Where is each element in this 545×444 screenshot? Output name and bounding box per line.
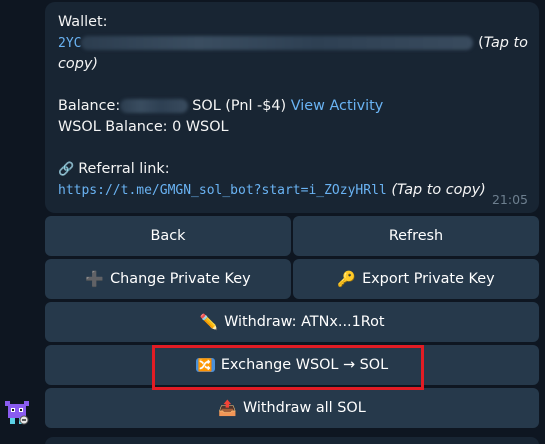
refresh-button[interactable]: Refresh xyxy=(293,216,539,256)
referral-url-line[interactable]: https://t.me/GMGN_sol_bot?start=i_ZOzyHR… xyxy=(58,180,527,201)
wsol-balance: WSOL Balance: 0 WSOL xyxy=(58,119,229,135)
wallet-tap-hint: Tap to xyxy=(483,35,528,51)
plus-icon: ➕ xyxy=(85,270,105,288)
change-private-key-label: Change Private Key xyxy=(110,271,251,287)
referral-url[interactable]: https://t.me/GMGN_sol_bot?start=i_ZOzyHR… xyxy=(58,183,387,198)
change-private-key-button[interactable]: ➕ Change Private Key xyxy=(45,259,291,299)
exchange-wsol-label: Exchange WSOL → SOL xyxy=(220,357,389,373)
back-button-label: Back xyxy=(150,228,186,244)
balance-redacted xyxy=(120,99,189,113)
chat-view: Wallet: 2YC (Tap to copy) Balance: SOL (P… xyxy=(0,0,545,444)
outbox-tray-icon: 📤 xyxy=(218,399,237,417)
export-private-key-button[interactable]: 🔑 Export Private Key xyxy=(293,259,539,299)
wallet-address-redacted xyxy=(81,36,474,50)
wallet-tap-hint-end: copy) xyxy=(58,56,98,72)
wallet-address-line[interactable]: 2YC (Tap to xyxy=(58,33,528,54)
back-button[interactable]: Back xyxy=(45,216,291,256)
link-icon: 🔗 xyxy=(58,162,75,177)
withdraw-label: Withdraw: ATNx...1Rot xyxy=(224,314,385,330)
view-activity-link[interactable]: View Activity xyxy=(291,98,384,114)
withdraw-all-button[interactable]: 📤 Withdraw all SOL xyxy=(45,388,539,428)
export-private-key-label: Export Private Key xyxy=(362,271,495,287)
balance-line: Balance: SOL (Pnl -$4) View Activity xyxy=(58,96,527,117)
bot-message-bubble: Wallet: 2YC (Tap to copy) Balance: SOL (P… xyxy=(45,2,539,213)
key-icon: 🔑 xyxy=(337,270,357,288)
shuffle-icon: 🔀 xyxy=(195,358,215,372)
withdraw-all-label: Withdraw all SOL xyxy=(242,400,366,416)
referral-line: 🔗 Referral link: xyxy=(58,159,527,180)
refresh-button-label: Refresh xyxy=(388,228,444,244)
balance-suffix: SOL (Pnl -$4) xyxy=(192,98,287,114)
referral-label: Referral link: xyxy=(78,161,170,177)
wallet-label: Wallet: xyxy=(58,14,108,30)
pencil-icon: ✏️ xyxy=(199,313,219,331)
bot-avatar-icon[interactable] xyxy=(2,397,32,427)
balance-label: Balance: xyxy=(58,98,121,114)
wallet-address[interactable]: 2YC xyxy=(58,36,81,51)
exchange-wsol-button[interactable]: 🔀 Exchange WSOL → SOL xyxy=(45,345,539,385)
withdraw-button[interactable]: ✏️ Withdraw: ATNx...1Rot xyxy=(45,302,539,342)
referral-tap-hint: (Tap to copy) xyxy=(391,182,486,198)
next-message-bubble xyxy=(45,437,539,444)
message-time: 21:05 xyxy=(491,192,528,207)
